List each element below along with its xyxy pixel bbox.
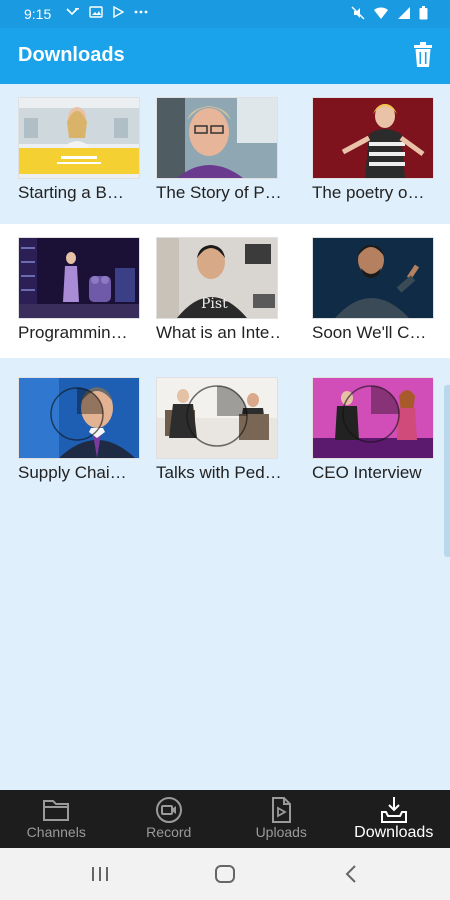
video-item[interactable]: Programmin… (18, 237, 140, 343)
upload-file-icon (272, 797, 292, 823)
video-thumbnail[interactable] (18, 237, 140, 319)
video-title: Supply Chai… (18, 463, 127, 482)
bottom-navigation: Channels Record Uploads Downloads (0, 790, 450, 848)
nav-downloads[interactable]: Downloads (338, 790, 450, 848)
battery-icon (419, 6, 428, 20)
wifi-icon (374, 7, 388, 19)
video-thumbnail[interactable] (312, 377, 434, 459)
notification-icons (66, 6, 149, 18)
scroll-indicator[interactable] (444, 385, 450, 557)
nav-uploads[interactable]: Uploads (225, 790, 338, 848)
nav-record[interactable]: Record (113, 790, 226, 848)
play-store-icon (113, 6, 124, 18)
video-camera-icon (155, 797, 182, 823)
more-dots-icon (134, 10, 148, 14)
back-icon[interactable] (340, 862, 364, 886)
video-item[interactable]: Talks with Ped… (156, 377, 280, 483)
video-title: CEO Interview (312, 463, 422, 482)
signal-icon (398, 7, 410, 19)
status-time: 9:15 (24, 6, 52, 22)
nav-channels[interactable]: Channels (0, 790, 113, 848)
svg-text:Pist: Pist (201, 296, 228, 312)
grid-row: Programmin… Pist What is an Inte… Soon W… (0, 224, 450, 358)
system-navigation-bar (0, 848, 450, 900)
video-title: What is an Inte… (156, 323, 280, 342)
video-thumbnail[interactable] (18, 377, 140, 459)
home-icon[interactable] (213, 862, 237, 886)
video-item[interactable]: The Story of P… (156, 97, 280, 203)
video-title: Soon We'll C… (312, 323, 427, 342)
image-icon (89, 6, 103, 18)
system-icons (351, 6, 428, 20)
video-thumbnail[interactable] (156, 97, 278, 179)
grid-row: Supply Chai… Talks with Ped… CEO Intervi… (0, 364, 450, 498)
video-title: Talks with Ped… (156, 463, 280, 482)
trash-icon[interactable] (412, 42, 434, 68)
video-title: Programmin… (18, 323, 128, 342)
nav-label: Channels (26, 824, 86, 840)
video-title: Starting a B… (18, 183, 124, 202)
video-title: The poetry o… (312, 183, 425, 202)
folder-icon (43, 800, 70, 821)
nav-label: Record (146, 824, 192, 840)
recent-apps-icon[interactable] (88, 862, 112, 886)
grid-row: Starting a B… The Story of P… The poetry… (0, 84, 450, 218)
video-item[interactable]: The poetry o… (312, 97, 434, 203)
video-item[interactable]: Supply Chai… (18, 377, 140, 483)
video-thumbnail[interactable] (156, 377, 278, 459)
video-thumbnail[interactable] (312, 97, 434, 179)
nav-label: Uploads (255, 824, 307, 840)
page-title: Downloads (18, 44, 125, 66)
mute-icon (351, 6, 365, 20)
download-tray-icon (380, 797, 407, 823)
nav-label: Downloads (354, 824, 434, 841)
status-bar: 9:15 (0, 0, 450, 28)
app-bar: Downloads (0, 28, 450, 84)
video-thumbnail[interactable] (18, 97, 140, 179)
video-item[interactable]: Starting a B… (18, 97, 140, 203)
video-item[interactable]: Soon We'll C… (312, 237, 434, 343)
video-item[interactable]: Pist What is an Inte… (156, 237, 280, 343)
video-item[interactable]: CEO Interview (312, 377, 434, 483)
video-thumbnail[interactable]: Pist (156, 237, 278, 319)
missed-call-icon (66, 8, 79, 16)
video-title: The Story of P… (156, 183, 280, 202)
video-thumbnail[interactable] (312, 237, 434, 319)
